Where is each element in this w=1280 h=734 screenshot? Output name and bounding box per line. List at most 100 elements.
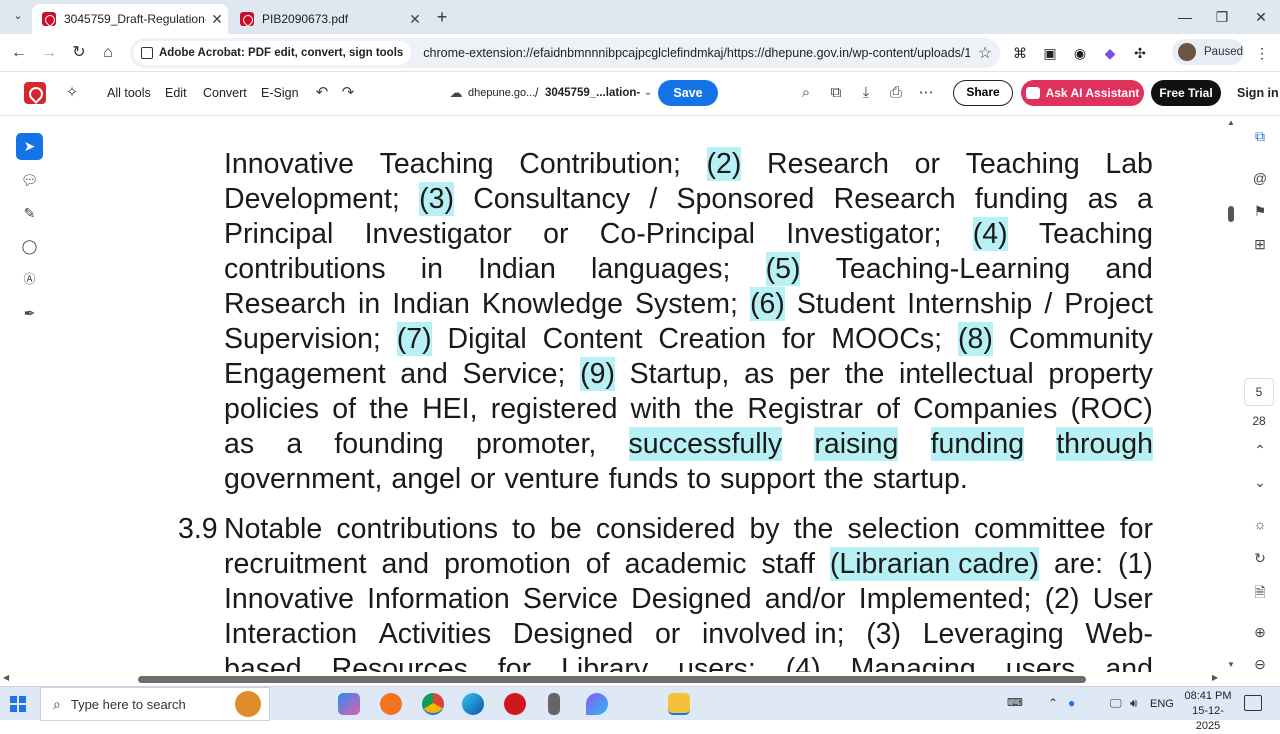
quick-tools-rail: ➤ 💬︎ ✎ ◯ Ⓐ ✒ <box>15 130 45 330</box>
forward-icon[interactable]: → <box>38 42 60 64</box>
scroll-down-icon[interactable]: ▼ <box>1227 660 1235 669</box>
word: registered <box>490 393 618 425</box>
menu-edit[interactable]: Edit <box>165 86 187 100</box>
scroll-right-icon[interactable]: ▶ <box>1212 673 1218 682</box>
menu-convert[interactable]: Convert <box>203 86 247 100</box>
edge-app-icon[interactable] <box>462 693 484 715</box>
vertical-scroll-thumb[interactable] <box>1228 206 1234 222</box>
notification-center-icon[interactable] <box>1244 695 1262 711</box>
download-icon[interactable]: ⤓ <box>856 83 876 103</box>
maximize-button[interactable]: ❐ <box>1207 6 1237 28</box>
undo-icon[interactable]: ↶ <box>312 83 332 103</box>
breadcrumb-host[interactable]: dhepune.go... <box>468 87 535 99</box>
document-info-icon[interactable]: 🗎︎ <box>1250 582 1270 602</box>
current-page-input[interactable]: 5 <box>1244 378 1274 406</box>
paint-app-icon[interactable] <box>586 693 608 715</box>
draw-lasso-icon[interactable]: ◯ <box>16 233 43 260</box>
network-icon[interactable]: 🖵︎ <box>1110 696 1122 711</box>
close-tab-icon[interactable]: ✕ <box>206 11 228 28</box>
site-info-chip[interactable]: Adobe Acrobat: PDF edit, convert, sign t… <box>133 41 412 65</box>
tab-list-chevron-icon[interactable]: ⌄ <box>10 9 26 25</box>
horizontal-scrollbar[interactable]: ◀ ▶ <box>0 672 1224 686</box>
file-explorer-app-icon[interactable] <box>668 693 690 715</box>
word: Principal <box>224 218 334 250</box>
extension-page-icon <box>141 47 153 59</box>
page-up-icon[interactable]: ⌃ <box>1250 440 1270 460</box>
chevron-down-icon[interactable]: ⌄ <box>638 83 658 103</box>
breadcrumb-filename[interactable]: 3045759_...lation- <box>545 87 640 99</box>
usb-device-app-icon[interactable] <box>548 693 560 715</box>
word: per <box>788 358 831 390</box>
address-bar[interactable]: Adobe Acrobat: PDF edit, convert, sign t… <box>130 38 1000 68</box>
profile-button[interactable]: Paused <box>1172 39 1244 65</box>
rotate-icon[interactable]: ↻ <box>1250 548 1270 568</box>
ask-ai-assistant-button[interactable]: Ask AI Assistant <box>1021 80 1144 106</box>
opera-app-icon[interactable] <box>504 693 526 715</box>
url-text[interactable]: chrome-extension://efaidnbmnnnibpcajpcgl… <box>423 46 970 60</box>
sign-pen-icon[interactable]: ✒ <box>16 300 43 327</box>
browser-menu-icon[interactable]: ⋮ <box>1252 43 1272 63</box>
chrome-app-icon[interactable] <box>422 693 444 715</box>
word: the <box>694 393 735 425</box>
comment-icon[interactable]: 💬︎ <box>16 167 43 194</box>
bookmark-star-icon[interactable]: ☆ <box>970 43 1000 63</box>
horizontal-scroll-thumb[interactable] <box>138 676 1086 683</box>
search-icon[interactable]: ⌕ <box>796 83 816 103</box>
select-cursor-icon[interactable]: ➤ <box>16 133 43 160</box>
sign-in-link[interactable]: Sign in <box>1237 86 1279 100</box>
language-indicator[interactable]: ENG <box>1150 698 1174 710</box>
print-icon[interactable]: ⎙ <box>886 83 906 103</box>
extension-icon-2[interactable]: ▣ <box>1040 43 1060 63</box>
word: MOOCs; <box>831 323 943 355</box>
zoom-in-icon[interactable]: ⊕ <box>1250 622 1270 642</box>
menu-esign[interactable]: E-Sign <box>261 86 299 100</box>
redo-icon[interactable]: ↷ <box>338 83 358 103</box>
scroll-up-icon[interactable]: ▲ <box>1227 118 1235 127</box>
menu-all-tools[interactable]: All tools <box>107 86 151 100</box>
word: for <box>1119 513 1153 545</box>
highlight-pen-icon[interactable]: ✎ <box>16 200 43 227</box>
tray-app-icon[interactable]: ● <box>1068 696 1075 710</box>
more-options-icon[interactable]: ⋯ <box>916 83 936 103</box>
minimize-button[interactable]: — <box>1170 6 1200 28</box>
tab-draft-regulation[interactable]: 3045759_Draft-Regulation-.pdf ✕ <box>32 4 228 34</box>
firefox-app-icon[interactable] <box>380 693 402 715</box>
close-tab-icon[interactable]: ✕ <box>404 11 426 28</box>
tray-overflow-chevron-icon[interactable]: ⌃ <box>1048 696 1058 710</box>
vertical-scrollbar[interactable]: ▲ ▼ <box>1224 116 1238 672</box>
save-button[interactable]: Save <box>658 80 718 106</box>
extension-icon-4[interactable]: ◆ <box>1100 43 1120 63</box>
text-box-icon[interactable]: Ⓐ <box>16 266 43 293</box>
comments-icon[interactable]: @ <box>1250 168 1270 188</box>
home-icon[interactable]: ⌂ <box>97 42 119 64</box>
volume-icon[interactable]: 🔊︎ <box>1130 696 1138 711</box>
extension-icon-1[interactable]: ⌘ <box>1010 43 1030 63</box>
acrobat-logo-icon[interactable] <box>24 82 46 104</box>
page-down-icon[interactable]: ⌄ <box>1250 472 1270 492</box>
extensions-puzzle-icon[interactable]: ✣ <box>1130 43 1150 63</box>
ai-sparkle-tools-icon[interactable]: ✧ <box>62 83 82 103</box>
brightness-icon[interactable]: ☼ <box>1250 514 1270 534</box>
highlighted-word: successfully <box>628 427 783 461</box>
copilot-app-icon[interactable] <box>338 693 360 715</box>
system-clock[interactable]: 08:41 PM 15-12-2025 <box>1180 689 1236 734</box>
tab-pib[interactable]: PIB2090673.pdf ✕ <box>230 4 426 34</box>
thumbnails-grid-icon[interactable]: ⊞ <box>1250 234 1270 254</box>
zoom-out-icon[interactable]: ⊖ <box>1250 654 1270 674</box>
taskbar-search-box[interactable]: ⌕ Type here to search <box>40 687 270 721</box>
extension-icon-3[interactable]: ◉ <box>1070 43 1090 63</box>
input-method-icon[interactable]: ⌨ <box>1007 696 1023 709</box>
reload-icon[interactable]: ↻ <box>68 42 90 64</box>
new-tab-button[interactable]: + <box>432 8 452 28</box>
highlighted-word: (6) <box>749 287 785 321</box>
free-trial-button[interactable]: Free Trial <box>1151 80 1221 106</box>
share-button[interactable]: Share <box>953 80 1013 106</box>
page-thumbnails-icon[interactable]: ⧉ <box>826 83 846 103</box>
scroll-left-icon[interactable]: ◀ <box>3 673 9 682</box>
bookmark-icon[interactable]: ⚑ <box>1250 201 1270 221</box>
windows-start-icon[interactable] <box>10 696 26 712</box>
highlighted-word: (8) <box>958 322 993 356</box>
close-window-button[interactable]: ✕ <box>1246 6 1276 28</box>
ai-panel-icon[interactable]: ⧉ <box>1250 126 1270 146</box>
back-icon[interactable]: ← <box>8 42 30 64</box>
